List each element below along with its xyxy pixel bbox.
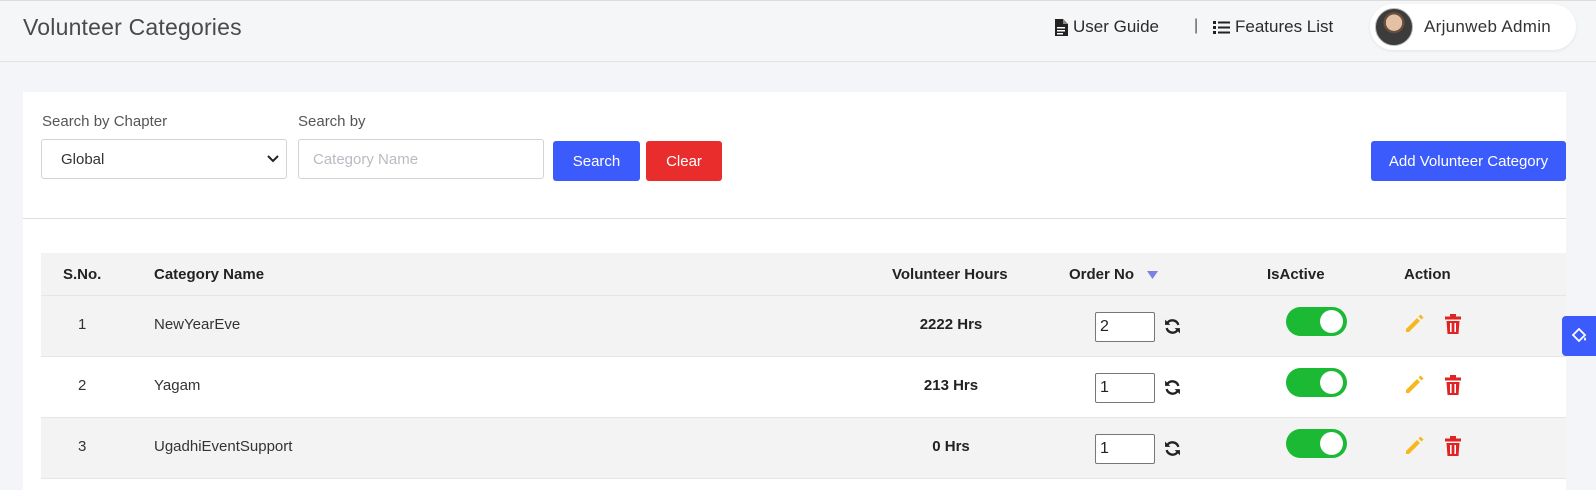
top-bar: Volunteer Categories User Guide | Featur… [0,0,1596,62]
row-sno: 3 [78,438,87,455]
row-volunteer-hours: 0 Hrs [932,438,970,455]
column-header-isactive: IsActive [1267,266,1325,283]
column-header-sno: S.No. [63,266,102,283]
chapter-select[interactable]: Global [41,139,287,179]
table-row: 2 Yagam 213 Hrs [41,357,1566,418]
row-volunteer-hours: 2222 Hrs [919,316,983,333]
refresh-icon[interactable] [1164,318,1181,335]
theme-customizer-tab[interactable] [1562,316,1596,356]
pencil-icon[interactable] [1403,374,1425,396]
avatar [1375,8,1413,46]
features-list-label: Features List [1235,17,1334,36]
pencil-icon[interactable] [1403,313,1425,335]
trash-icon[interactable] [1444,374,1462,396]
row-volunteer-hours: 213 Hrs [923,377,979,394]
caret-down-icon [1147,271,1159,279]
order-no-label: Order No [1069,266,1135,283]
row-sno: 1 [78,316,87,333]
column-header-volunteer-hours: Volunteer Hours [892,266,1008,283]
is-active-toggle[interactable] [1286,307,1347,336]
refresh-icon[interactable] [1164,379,1181,396]
table-header: S.No. Category Name Volunteer Hours Orde… [41,253,1566,296]
paint-bucket-icon [1571,327,1587,343]
column-header-category-name: Category Name [154,266,265,283]
features-list-link[interactable]: Features List [1213,17,1333,37]
toggle-knob [1320,371,1343,394]
chapter-select-value: Global [61,150,105,168]
order-no-input[interactable] [1095,373,1155,403]
order-no-input[interactable] [1095,312,1155,342]
is-active-toggle[interactable] [1286,429,1347,458]
row-category-name: NewYearEve [154,316,241,333]
add-volunteer-category-button[interactable]: Add Volunteer Category [1371,141,1566,181]
search-by-label: Search by [298,113,366,130]
pencil-icon[interactable] [1403,435,1425,457]
file-icon [1055,18,1068,36]
page-title: Volunteer Categories [23,14,242,40]
row-category-name: UgadhiEventSupport [154,438,293,455]
column-header-action: Action [1404,266,1451,283]
divider [23,218,1566,219]
search-input[interactable] [298,139,544,179]
list-icon [1213,20,1230,34]
chevron-down-icon [267,155,279,163]
column-header-order-no[interactable]: Order No [1069,266,1159,283]
trash-icon[interactable] [1444,435,1462,457]
order-no-input[interactable] [1095,434,1155,464]
search-button[interactable]: Search [553,141,640,181]
header-separator: | [1194,17,1199,34]
content-card: Search by Chapter Search by Global Searc… [23,92,1566,490]
table-row: 1 NewYearEve 2222 Hrs [41,296,1566,357]
row-sno: 2 [78,377,87,394]
is-active-toggle[interactable] [1286,368,1347,397]
row-category-name: Yagam [154,377,201,394]
table-row: 3 UgadhiEventSupport 0 Hrs [41,418,1566,479]
user-name: Arjunweb Admin [1424,17,1552,36]
toggle-knob [1320,310,1343,333]
user-menu[interactable]: Arjunweb Admin [1370,4,1576,50]
chapter-label: Search by Chapter [42,113,168,130]
toggle-knob [1320,432,1343,455]
clear-button[interactable]: Clear [646,141,722,181]
user-guide-label: User Guide [1073,17,1159,36]
refresh-icon[interactable] [1164,440,1181,457]
trash-icon[interactable] [1444,313,1462,335]
user-guide-link[interactable]: User Guide [1054,17,1159,37]
